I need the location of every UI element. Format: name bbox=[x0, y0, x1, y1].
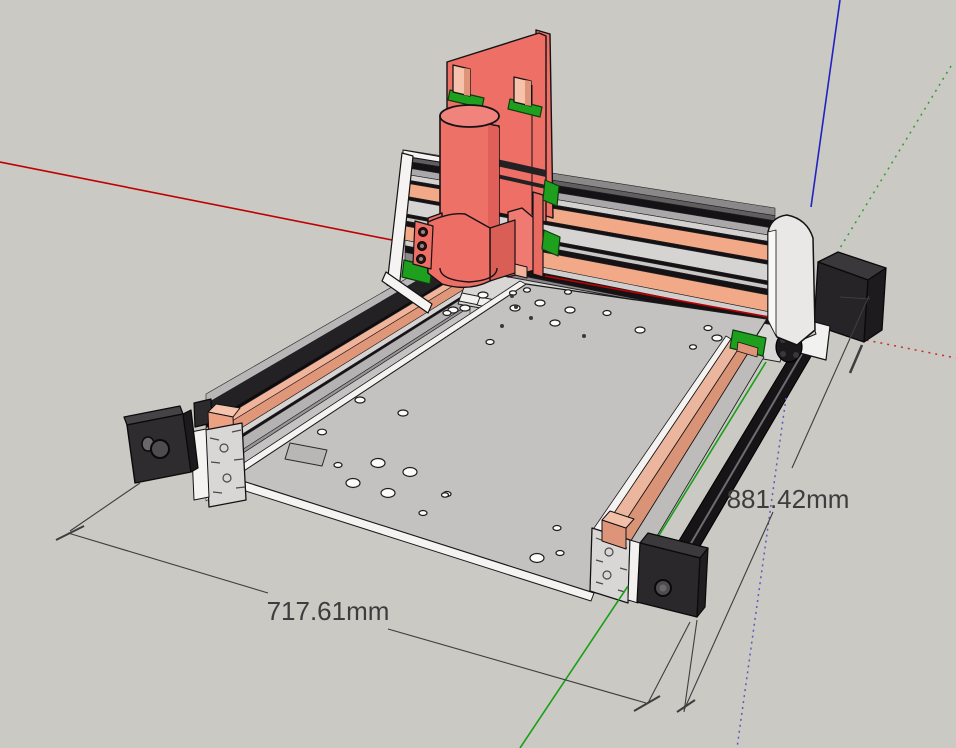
extrusion-end-face bbox=[205, 423, 246, 507]
bed-hole bbox=[398, 410, 408, 416]
bed-hole bbox=[704, 326, 712, 331]
shaft-hole bbox=[151, 440, 169, 458]
bed-hole bbox=[565, 290, 572, 294]
bed-hole bbox=[635, 327, 645, 333]
bed-hole bbox=[553, 526, 561, 531]
flange-bolt bbox=[793, 352, 799, 358]
bed-hole bbox=[381, 489, 395, 498]
bed-hole bbox=[318, 429, 327, 435]
bed-hole bbox=[460, 305, 470, 311]
bed-pin-dot bbox=[514, 305, 518, 309]
bed-hole bbox=[403, 468, 417, 477]
cad-viewport[interactable]: 717.61mm 881.42mm bbox=[0, 0, 956, 748]
bed-hole bbox=[690, 345, 697, 349]
dimension-depth-label[interactable]: 881.42mm bbox=[727, 484, 850, 514]
clamp-peg bbox=[515, 264, 527, 278]
bed-pin-dot bbox=[500, 324, 504, 328]
bed-hole bbox=[478, 292, 488, 298]
bed-hole bbox=[565, 307, 575, 313]
plate-edge-white bbox=[768, 230, 776, 336]
bed-hole bbox=[712, 335, 722, 341]
bed-hole bbox=[556, 551, 564, 556]
bed-pin-dot bbox=[529, 316, 533, 320]
bed-hole bbox=[371, 459, 385, 468]
bed-pin-dot bbox=[582, 334, 586, 338]
bed-hole bbox=[442, 493, 449, 497]
bed-hole bbox=[530, 554, 544, 563]
bed-hole bbox=[603, 311, 611, 316]
rail-post-shade bbox=[464, 68, 470, 96]
bolt-strip bbox=[413, 221, 433, 269]
bed-hole bbox=[443, 311, 451, 316]
bed-pin-dot bbox=[510, 294, 514, 298]
shaft-end bbox=[660, 585, 667, 592]
dimension-width-label[interactable]: 717.61mm bbox=[267, 596, 390, 626]
bed-hole bbox=[550, 320, 560, 326]
bed-hole bbox=[486, 340, 494, 345]
bed-hole bbox=[334, 463, 342, 468]
cylinder-top bbox=[440, 105, 499, 127]
flange-bolt bbox=[780, 351, 786, 357]
bed-hole bbox=[355, 397, 365, 403]
bed-hole bbox=[346, 479, 360, 488]
bed-hole bbox=[524, 288, 531, 292]
bed-hole bbox=[419, 511, 427, 516]
bed-hole bbox=[535, 300, 545, 306]
rail-post-shade bbox=[525, 80, 531, 106]
